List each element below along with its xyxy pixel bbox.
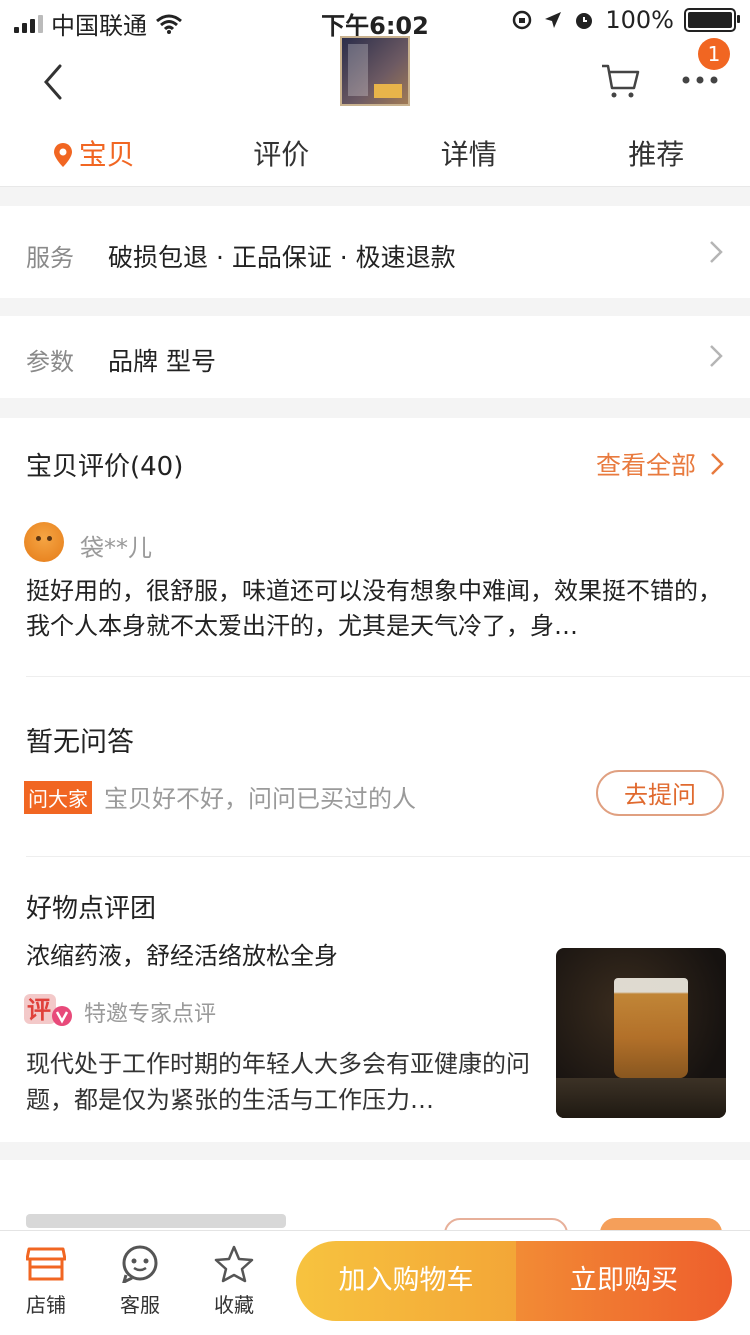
chat-icon [120, 1245, 160, 1283]
avatar [24, 522, 64, 562]
view-all-label: 查看全部 [596, 446, 696, 482]
nav-bar: 1 宝贝 评价 详情 推荐 [0, 40, 750, 187]
tab-reviews[interactable]: 评价 [188, 126, 376, 184]
section-tabs: 宝贝 评价 详情 推荐 [0, 126, 750, 184]
review-badge-char: 评 [27, 996, 51, 1024]
good-picks-text[interactable]: 现代处于工作时期的年轻人大多会有亚健康的问题，都是仅为紧张的生活与工作压力… [26, 1046, 536, 1118]
more-icon[interactable] [680, 70, 720, 90]
battery-icon [684, 8, 736, 32]
good-picks-photo[interactable] [556, 948, 726, 1118]
qa-hint: 宝贝好不好，问问已买过的人 [104, 779, 416, 814]
tab-details-label: 详情 [441, 130, 497, 180]
tab-item-label: 宝贝 [79, 130, 135, 180]
reviews-title: 宝贝评价(40) [26, 446, 183, 483]
tab-details[interactable]: 详情 [375, 126, 563, 184]
shop-button-placeholder [444, 1218, 568, 1230]
view-all-reviews-link[interactable]: 查看全部 [596, 446, 724, 482]
battery-percent: 100% [605, 6, 674, 34]
shop-label: 店铺 [26, 1293, 66, 1317]
bottom-bar: 店铺 客服 收藏 加入购物车 立即购买 [0, 1230, 750, 1335]
location-pin-icon [53, 142, 73, 168]
favorite-label: 收藏 [214, 1293, 254, 1317]
status-bar: 中国联通 下午6:02 100% [0, 0, 750, 40]
add-to-cart-button[interactable]: 加入购物车 [296, 1241, 516, 1321]
alarm-icon [573, 9, 595, 31]
tab-item[interactable]: 宝贝 [0, 126, 188, 184]
ask-question-button[interactable]: 去提问 [596, 770, 724, 816]
shop-button[interactable]: 店铺 [6, 1245, 86, 1318]
shop-button-placeholder [600, 1218, 722, 1230]
review-text[interactable]: 挺好用的，很舒服，味道还可以没有想象中难闻，效果挺不错的，我个人本身就不太爱出汗… [26, 574, 726, 644]
star-icon [214, 1245, 254, 1283]
chevron-right-icon [708, 239, 724, 265]
review-badge-icon: 评 [24, 990, 76, 1028]
divider [26, 676, 750, 677]
cart-icon[interactable] [600, 60, 640, 100]
tab-recommend[interactable]: 推荐 [563, 126, 750, 184]
status-right: 100% [511, 6, 736, 34]
buy-now-button[interactable]: 立即购买 [516, 1241, 732, 1321]
params-value: 品牌 型号 [108, 342, 216, 378]
rotation-lock-icon [511, 9, 533, 31]
divider [26, 856, 750, 857]
shop-strip [0, 1160, 750, 1230]
service-label: 客服 [120, 1293, 160, 1317]
tab-recommend-label: 推荐 [628, 130, 684, 180]
tab-reviews-label: 评价 [253, 130, 309, 180]
product-thumbnail[interactable] [340, 36, 410, 106]
params-label: 参数 [26, 342, 74, 377]
expert-label: 特邀专家点评 [84, 996, 216, 1028]
qa-title: 暂无问答 [26, 720, 134, 759]
shop-icon [26, 1245, 66, 1283]
service-label: 服务 [26, 238, 74, 273]
chevron-right-icon [708, 343, 724, 369]
params-row[interactable]: 参数 品牌 型号 [0, 316, 750, 398]
chevron-right-icon [710, 452, 724, 476]
cart-badge: 1 [698, 38, 730, 70]
location-icon [543, 10, 563, 30]
good-picks-subtitle[interactable]: 浓缩药液，舒经活络放松全身 [26, 936, 338, 971]
service-value: 破损包退 · 正品保证 · 极速退款 [108, 238, 456, 274]
service-row[interactable]: 服务 破损包退 · 正品保证 · 极速退款 [0, 206, 750, 298]
customer-service-button[interactable]: 客服 [100, 1245, 180, 1318]
shop-name-placeholder [26, 1214, 286, 1228]
qa-tag: 问大家 [24, 781, 92, 814]
good-picks-title: 好物点评团 [26, 888, 156, 925]
favorite-button[interactable]: 收藏 [194, 1245, 274, 1318]
review-username: 袋**儿 [80, 528, 152, 563]
back-icon[interactable] [36, 62, 76, 102]
